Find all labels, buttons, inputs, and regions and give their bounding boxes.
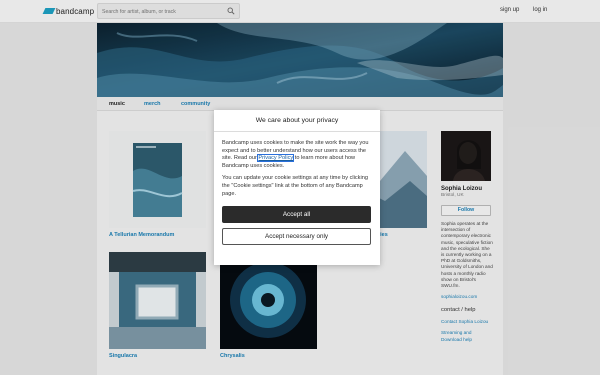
privacy-policy-link[interactable]: Privacy Policy: [257, 154, 295, 163]
dialog-title: We care about your privacy: [214, 110, 380, 132]
accept-all-button[interactable]: Accept all: [222, 206, 371, 224]
accept-necessary-button[interactable]: Accept necessary only: [222, 228, 371, 246]
cookie-explanation: Bandcamp uses cookies to make the site w…: [222, 140, 372, 170]
cookie-consent-dialog: We care about your privacy Bandcamp uses…: [214, 110, 380, 265]
cookie-settings-info: You can update your cookie settings at a…: [222, 175, 368, 197]
